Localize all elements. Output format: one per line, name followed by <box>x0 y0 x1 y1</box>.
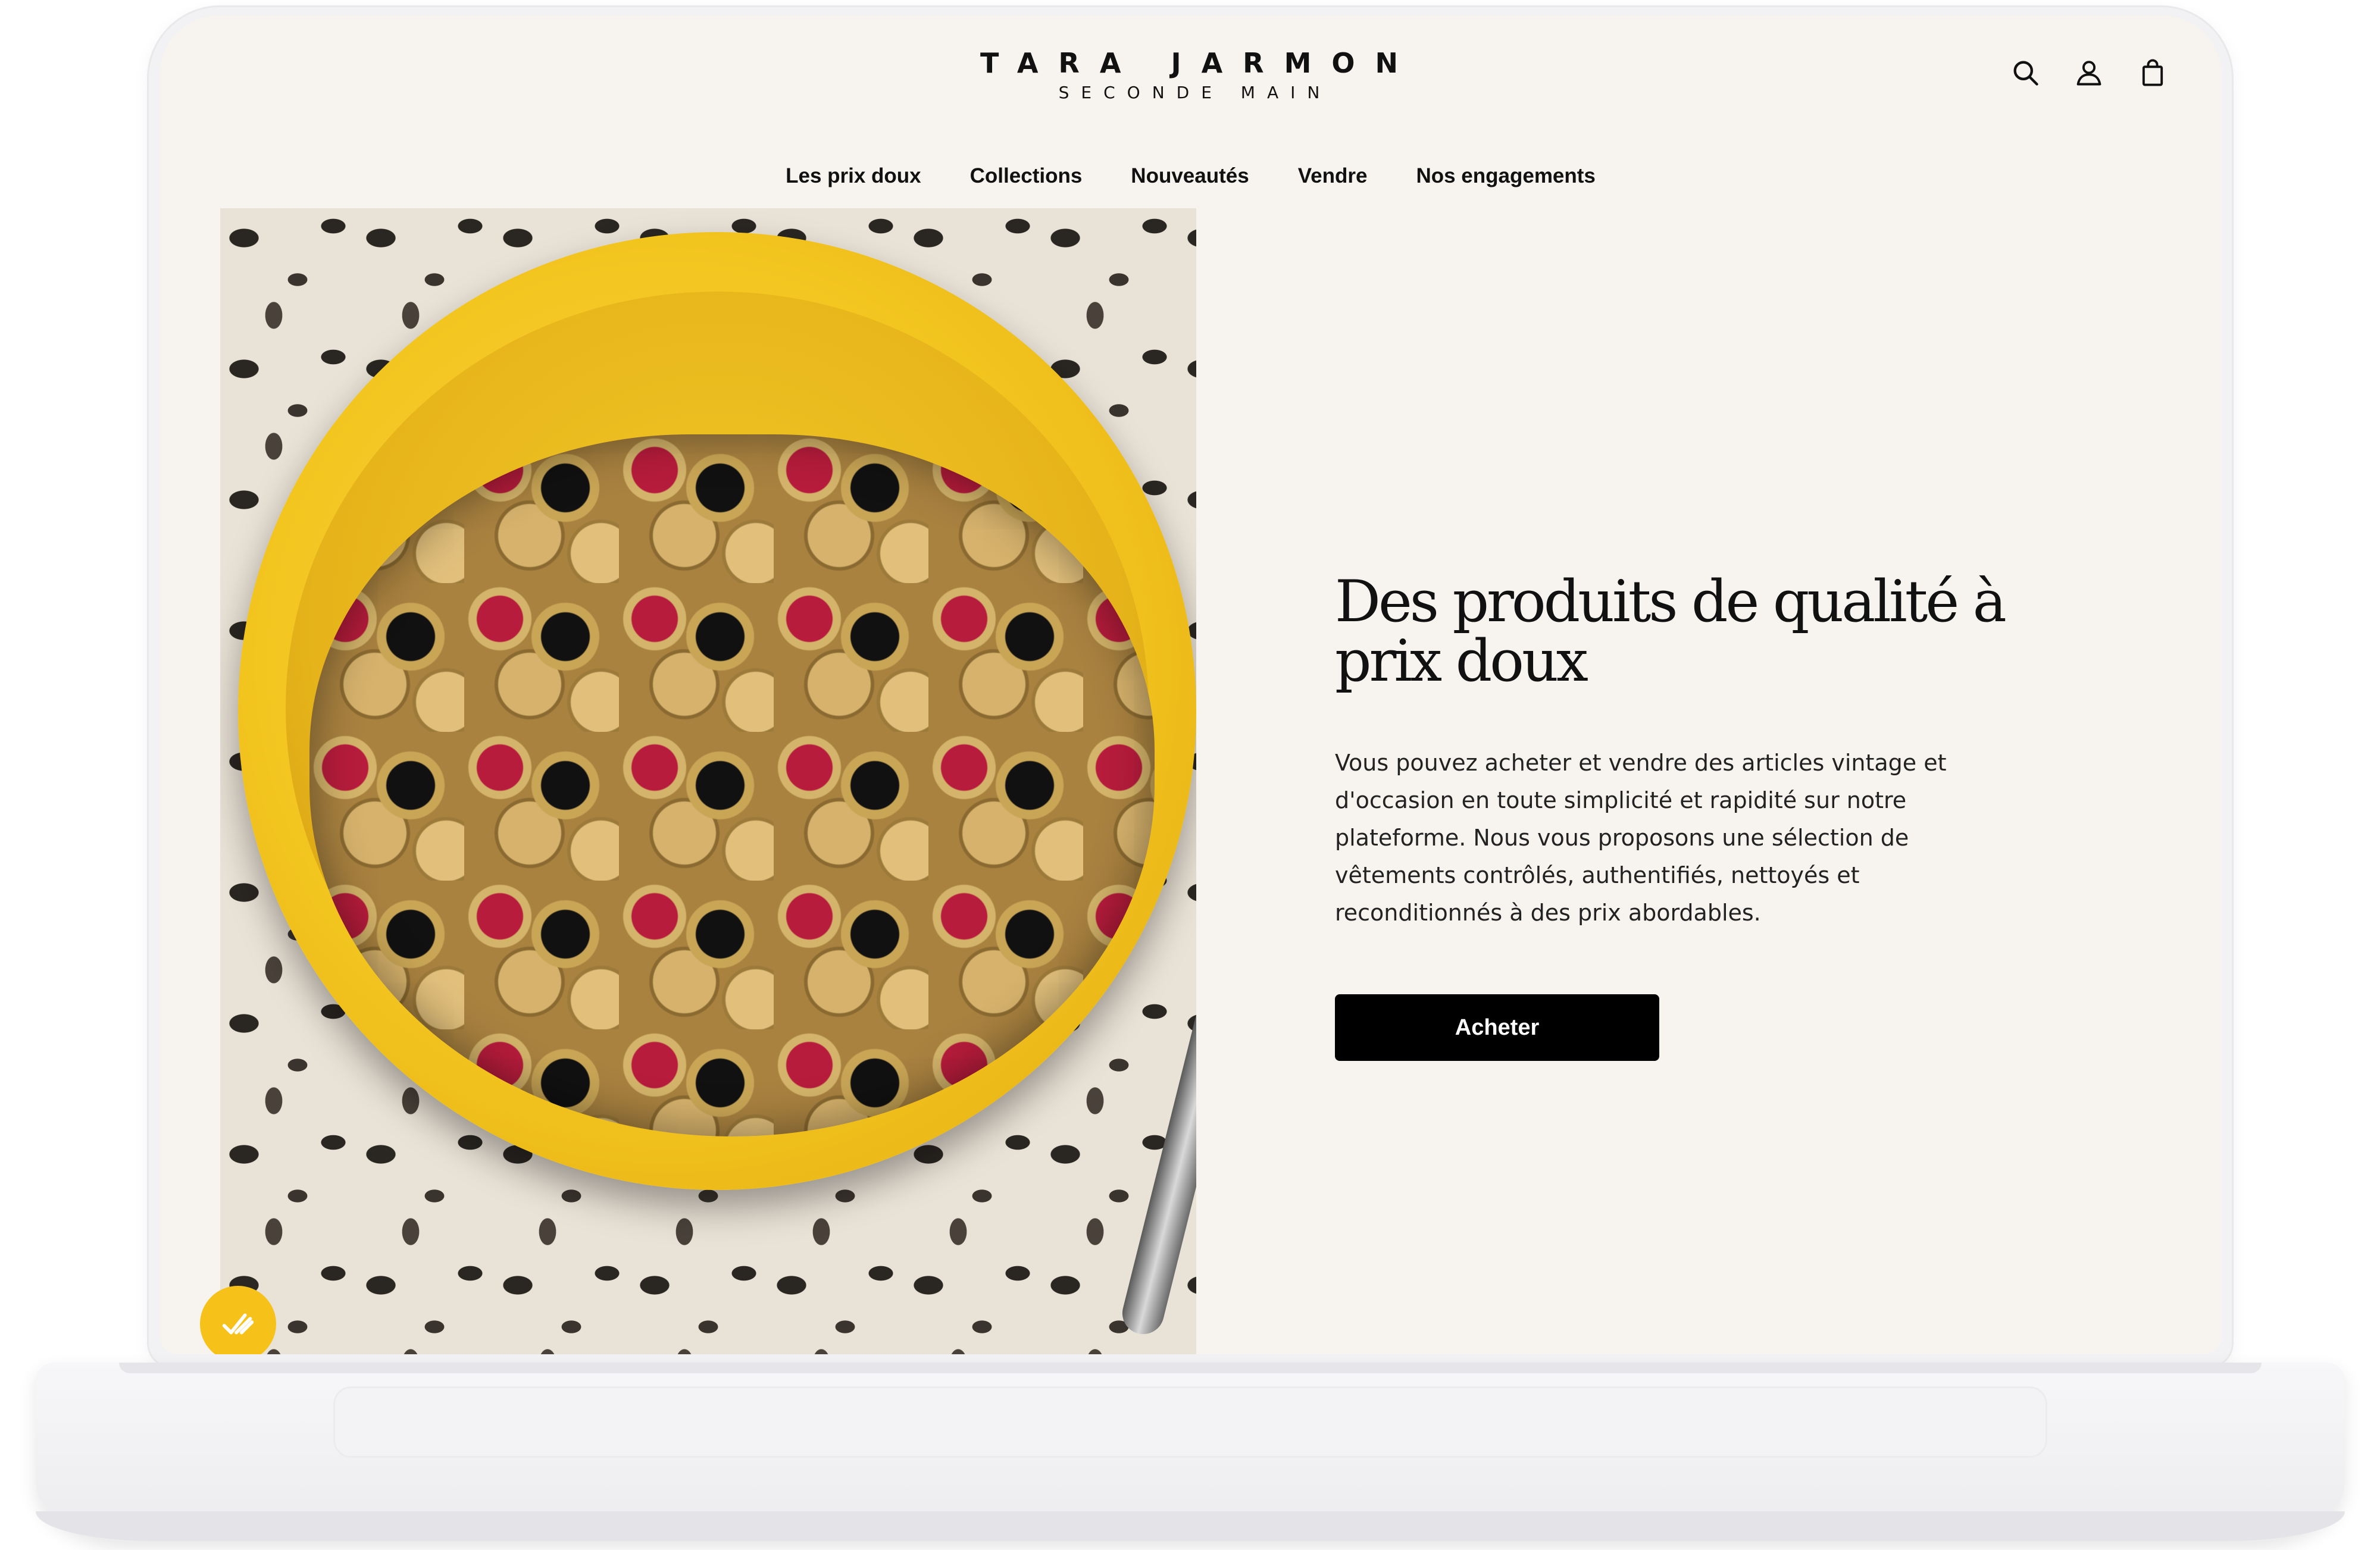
header-actions <box>2010 57 2168 88</box>
laptop-keyboard-area <box>333 1386 2047 1458</box>
nav-item-prix-doux[interactable]: Les prix doux <box>786 164 921 188</box>
search-icon[interactable] <box>2010 57 2041 88</box>
brand-logo[interactable]: TARA JARMON SECONDE MAIN <box>951 45 1427 105</box>
nav-item-vendre[interactable]: Vendre <box>1298 164 1368 188</box>
buttons-pile <box>309 434 1155 1136</box>
browser-screen: TARA JARMON SECONDE MAIN Les prix doux C… <box>159 15 2222 1354</box>
nav-item-nouveautes[interactable]: Nouveautés <box>1131 164 1249 188</box>
brand-tagline: SECONDE MAIN <box>1058 83 1332 102</box>
brand-name: TARA JARMON <box>980 47 1418 79</box>
buy-button[interactable]: Acheter <box>1335 994 1659 1061</box>
hero-headline: Des produits de qualité à prix doux <box>1335 568 2007 694</box>
hero-description: Vous pouvez acheter et vendre des articl… <box>1335 750 1947 926</box>
nav-item-engagements[interactable]: Nos engagements <box>1416 164 1595 188</box>
hero-image <box>220 208 1196 1354</box>
laptop-hinge <box>119 1363 2262 1373</box>
account-icon[interactable] <box>2073 57 2104 88</box>
main-nav: Les prix doux Collections Nouveautés Ven… <box>159 164 2222 188</box>
spoon <box>1118 982 1196 1339</box>
laptop-base-edge <box>36 1511 2345 1541</box>
bag-icon[interactable] <box>2137 57 2168 88</box>
nav-item-collections[interactable]: Collections <box>970 164 1083 188</box>
